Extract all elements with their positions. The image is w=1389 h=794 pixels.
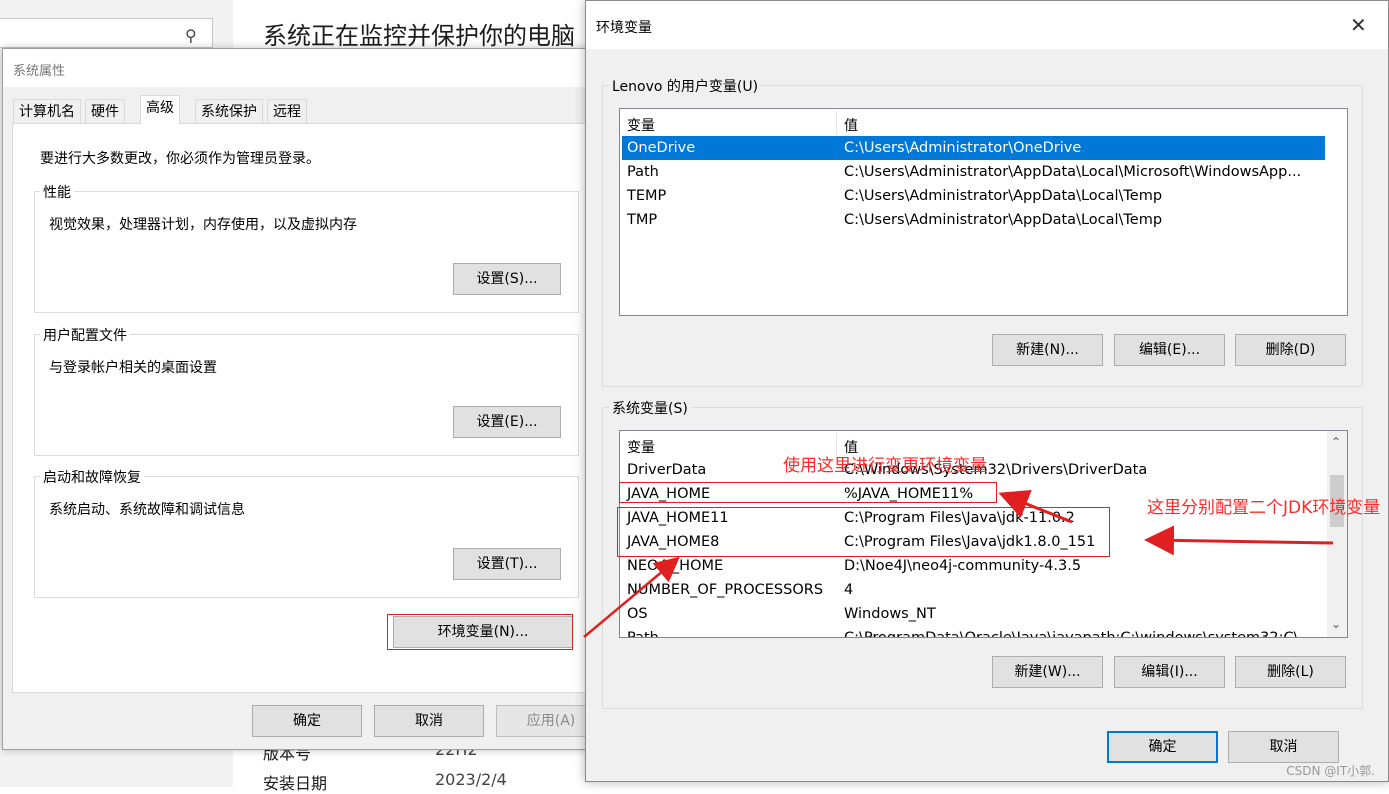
annotation-note-jdk: 这里分别配置二个JDK环境变量	[1147, 498, 1381, 518]
annotation-arrows	[583, 489, 1334, 638]
annotation-note-change: 使用这里进行变更环境变量	[783, 456, 987, 476]
watermark: CSDN @IT小郭.	[1286, 764, 1375, 778]
arrow-to-path	[583, 556, 680, 638]
arrow-to-java-home	[998, 489, 1073, 524]
tab-advanced[interactable]: 高级	[140, 95, 180, 124]
arrow-to-jdk-vars	[1144, 525, 1334, 556]
